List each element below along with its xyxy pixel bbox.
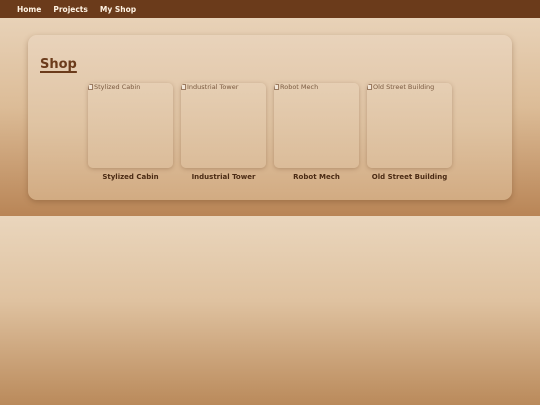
broken-image-icon	[88, 84, 93, 90]
product-grid: Stylized Cabin Stylized Cabin Industrial…	[88, 83, 452, 181]
product-name[interactable]: Robot Mech	[293, 173, 340, 181]
image-alt-text: Industrial Tower	[181, 83, 238, 91]
nav-projects-link[interactable]: Projects	[53, 5, 88, 14]
product-card-industrial-tower[interactable]: Industrial Tower Industrial Tower	[181, 83, 266, 181]
shop-panel: Shop Stylized Cabin Stylized Cabin Indus…	[28, 35, 512, 200]
image-alt-text: Old Street Building	[367, 83, 434, 91]
nav-my-shop-link[interactable]: My Shop	[100, 5, 136, 14]
product-card-robot-mech[interactable]: Robot Mech Robot Mech	[274, 83, 359, 181]
product-name[interactable]: Industrial Tower	[192, 173, 256, 181]
broken-image-icon	[274, 84, 279, 90]
product-card-old-street-building[interactable]: Old Street Building Old Street Building	[367, 83, 452, 181]
product-name[interactable]: Old Street Building	[372, 173, 447, 181]
product-image[interactable]: Stylized Cabin	[88, 83, 173, 168]
image-alt-text: Robot Mech	[274, 83, 318, 91]
image-alt-label: Stylized Cabin	[94, 83, 141, 91]
broken-image-icon	[367, 84, 372, 90]
image-alt-text: Stylized Cabin	[88, 83, 140, 91]
product-name[interactable]: Stylized Cabin	[102, 173, 158, 181]
top-navbar: Home Projects My Shop	[0, 0, 540, 18]
product-image[interactable]: Industrial Tower	[181, 83, 266, 168]
product-image[interactable]: Old Street Building	[367, 83, 452, 168]
image-alt-label: Industrial Tower	[187, 83, 239, 91]
broken-image-icon	[181, 84, 186, 90]
page-background-bottom	[0, 216, 540, 405]
image-alt-label: Old Street Building	[373, 83, 435, 91]
product-card-stylized-cabin[interactable]: Stylized Cabin Stylized Cabin	[88, 83, 173, 181]
image-alt-label: Robot Mech	[280, 83, 319, 91]
nav-home-link[interactable]: Home	[17, 5, 41, 14]
shop-title: Shop	[40, 57, 77, 72]
product-image[interactable]: Robot Mech	[274, 83, 359, 168]
